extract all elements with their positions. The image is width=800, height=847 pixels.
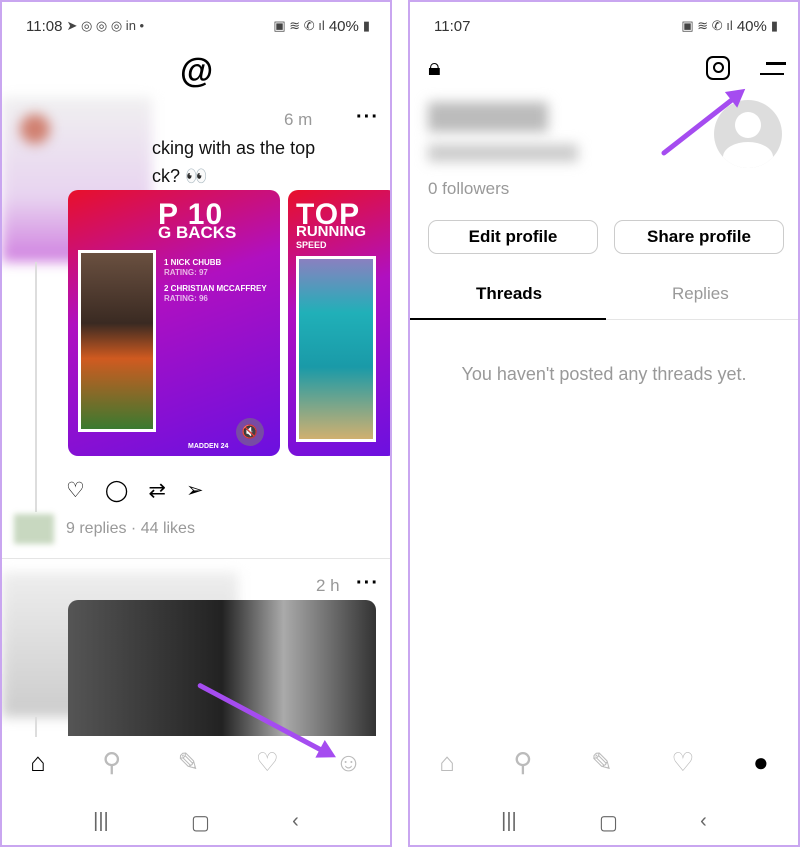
back-icon[interactable]: ‹ — [292, 810, 299, 835]
thread-line — [35, 717, 37, 737]
active-tab-indicator — [410, 318, 606, 320]
battery-level: 40% — [736, 17, 767, 35]
lock-icon[interactable]: 🔒︎ — [428, 54, 441, 82]
post-time: 6 m — [284, 110, 313, 129]
profile-icon[interactable]: ● — [753, 747, 769, 778]
compose-icon[interactable]: ✎ — [591, 747, 613, 778]
battery-icon: ▮ — [770, 18, 778, 33]
battery-level: 40% — [328, 17, 359, 35]
back-icon[interactable]: ‹ — [700, 810, 707, 835]
status-bar: 11:08 ➤ ◎ ◎ ◎ in • ▣ ≋ ✆ ıl 40% ▮ — [26, 16, 370, 36]
reply-avatars — [14, 514, 54, 544]
home-feed-screen: 11:08 ➤ ◎ ◎ ◎ in • ▣ ≋ ✆ ıl 40% ▮ @ 6 m … — [0, 0, 392, 847]
post-actions: ♡ ◯ ⇄ ➢ — [66, 478, 204, 503]
recents-icon[interactable]: ||| — [93, 810, 109, 835]
blurred-username — [428, 144, 578, 162]
divider — [2, 558, 390, 559]
comment-icon[interactable]: ◯ — [105, 478, 129, 503]
player-image — [78, 250, 156, 432]
tab-replies[interactable]: Replies — [672, 284, 729, 304]
empty-state-message: You haven't posted any threads yet. — [461, 364, 747, 384]
post-time: 2 h — [316, 576, 340, 595]
notification-icons: ➤ ◎ ◎ ◎ in • — [66, 18, 145, 33]
home-icon[interactable]: ⌂ — [30, 747, 46, 778]
post-text: cking with as the top ck? 👀 — [152, 138, 316, 186]
system-nav: ||| ▢ ‹ — [410, 810, 798, 835]
home-button-icon[interactable]: ▢ — [191, 810, 210, 835]
repost-icon[interactable]: ⇄ — [148, 478, 166, 503]
like-icon[interactable]: ♡ — [66, 478, 85, 503]
signal-icons: ▣ ≋ ✆ ıl — [273, 18, 325, 33]
heart-icon[interactable]: ♡ — [256, 747, 279, 778]
post-stats[interactable]: 9 replies · 44 likes — [66, 520, 195, 538]
status-time: 11:07 — [434, 17, 471, 35]
heart-icon[interactable]: ♡ — [671, 747, 694, 778]
menu-icon[interactable] — [760, 62, 786, 75]
status-time: 11:08 — [26, 17, 63, 35]
recents-icon[interactable]: ||| — [501, 810, 517, 835]
thread-line — [35, 262, 37, 512]
avatar[interactable] — [20, 114, 50, 144]
blurred-name — [428, 102, 548, 132]
edit-profile-button[interactable]: Edit profile — [428, 220, 598, 254]
profile-screen: 11:07 ▣ ≋ ✆ ıl 40% ▮ 🔒︎ 0 followers Edit… — [408, 0, 800, 847]
battery-icon: ▮ — [362, 18, 370, 33]
search-icon[interactable]: ⚲ — [102, 747, 121, 778]
share-icon[interactable]: ➢ — [186, 478, 204, 503]
status-bar: 11:07 ▣ ≋ ✆ ıl 40% ▮ — [434, 16, 778, 36]
post-media-card[interactable]: P 10 G BACKS 1 NICK CHUBB RATING: 97 2 CH… — [68, 190, 280, 456]
ranking-list: 1 NICK CHUBB RATING: 97 2 CHRISTIAN MCCAF… — [164, 258, 267, 303]
avatar[interactable] — [714, 100, 782, 168]
home-icon[interactable]: ⌂ — [439, 747, 455, 778]
followers-count[interactable]: 0 followers — [428, 179, 509, 199]
search-icon[interactable]: ⚲ — [513, 747, 532, 778]
more-options-icon[interactable]: ··· — [356, 106, 379, 129]
compose-icon[interactable]: ✎ — [178, 747, 200, 778]
player-image — [296, 256, 376, 442]
post-media-card[interactable]: TOP RUNNING SPEED — [288, 190, 390, 456]
signal-icons: ▣ ≋ ✆ ıl — [681, 18, 733, 33]
share-profile-button[interactable]: Share profile — [614, 220, 784, 254]
bottom-nav: ⌂ ⚲ ✎ ♡ ● — [410, 747, 798, 778]
mute-icon[interactable]: 🔇 — [236, 418, 264, 446]
tab-threads[interactable]: Threads — [476, 284, 542, 304]
home-button-icon[interactable]: ▢ — [599, 810, 618, 835]
instagram-icon[interactable] — [706, 56, 730, 80]
system-nav: ||| ▢ ‹ — [2, 810, 390, 835]
profile-icon[interactable]: ☺ — [335, 747, 362, 778]
threads-logo-icon[interactable]: @ — [180, 52, 213, 91]
more-options-icon[interactable]: ··· — [356, 572, 379, 595]
post-image[interactable] — [68, 600, 376, 736]
